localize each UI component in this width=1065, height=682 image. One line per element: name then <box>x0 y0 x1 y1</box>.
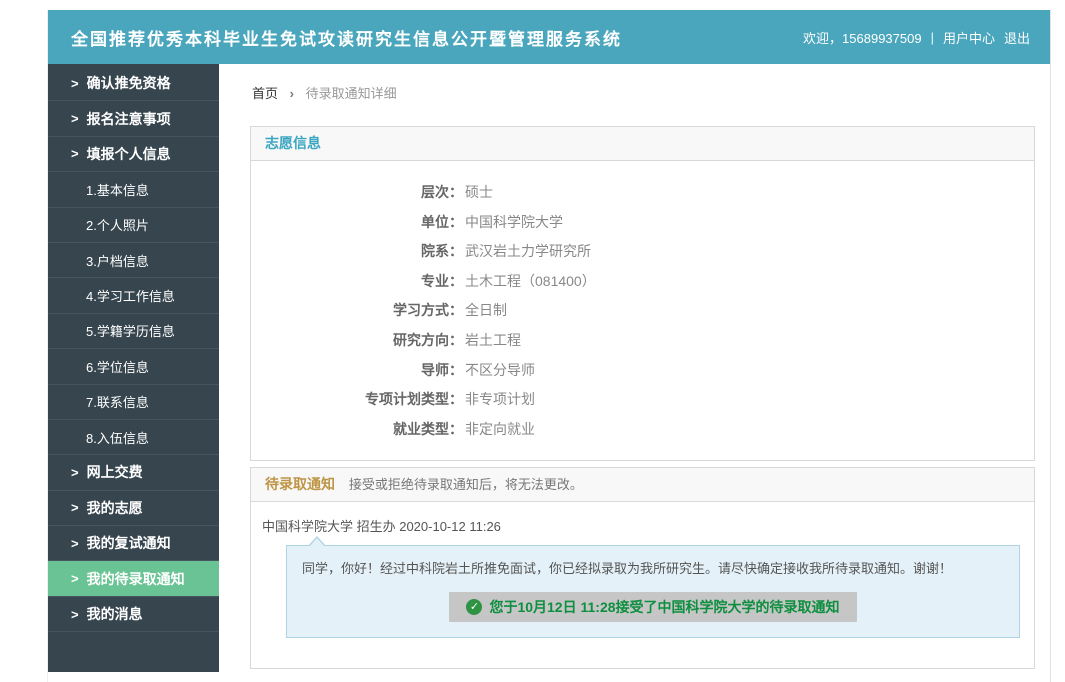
sidebar-item-contact-info[interactable]: 7.联系信息 <box>48 385 219 420</box>
field-label: 单位： <box>251 208 463 238</box>
sidebar-item-label: 报名注意事项 <box>87 109 171 129</box>
field-row-department: 院系： 武汉岩土力学研究所 <box>251 237 1034 267</box>
user-area: 欢迎，15689937509 | 用户中心 退出 <box>803 28 1030 47</box>
field-label: 导师： <box>251 356 463 386</box>
chevron-right-icon: > <box>71 500 79 515</box>
chevron-right-icon: > <box>71 607 79 622</box>
field-label: 就业类型： <box>251 415 463 445</box>
sidebar-item-label: 5.学籍学历信息 <box>86 321 175 340</box>
admission-notice-panel-header: 待录取通知 接受或拒绝待录取通知后，将无法更改。 <box>251 468 1034 502</box>
field-label: 专业： <box>251 267 463 297</box>
field-row-research-direction: 研究方向： 岩土工程 <box>251 326 1034 356</box>
user-center-link[interactable]: 用户中心 <box>943 28 995 47</box>
field-value: 全日制 <box>465 296 507 326</box>
sidebar-item-student-status-info[interactable]: 5.学籍学历信息 <box>48 314 219 349</box>
bubble-arrow-icon <box>309 538 325 547</box>
field-row-supervisor: 导师： 不区分导师 <box>251 356 1034 386</box>
sidebar-item-personal-info[interactable]: > 填报个人信息 <box>48 137 219 172</box>
sidebar-item-label: 8.入伍信息 <box>86 428 149 447</box>
check-circle-icon: ✓ <box>466 599 482 615</box>
field-row-level: 层次： 硕士 <box>251 178 1034 208</box>
sidebar-item-label: 2.个人照片 <box>86 215 149 234</box>
field-value: 岩土工程 <box>465 326 521 356</box>
sidebar-item-personal-photo[interactable]: 2.个人照片 <box>48 208 219 243</box>
volunteer-info-title: 志愿信息 <box>265 135 321 151</box>
sidebar-item-my-volunteers[interactable]: > 我的志愿 <box>48 491 219 526</box>
sidebar-item-label: 我的待录取通知 <box>87 569 185 589</box>
field-value: 不区分导师 <box>465 356 535 386</box>
sidebar-item-label: 我的志愿 <box>87 498 143 518</box>
field-label: 学习方式： <box>251 296 463 326</box>
acceptance-status-bar[interactable]: ✓ 您于10月12日 11:28接受了中国科学院大学的待录取通知 <box>449 592 856 622</box>
field-row-unit: 单位： 中国科学院大学 <box>251 208 1034 238</box>
sidebar-item-basic-info[interactable]: 1.基本信息 <box>48 172 219 207</box>
sidebar-item-label: 我的消息 <box>87 604 143 624</box>
volunteer-info-panel-header: 志愿信息 <box>251 127 1034 161</box>
sidebar-item-label: 6.学位信息 <box>86 357 149 376</box>
field-label: 院系： <box>251 237 463 267</box>
volunteer-info-fields: 层次： 硕士 单位： 中国科学院大学 院系： 武汉岩土力学研究所 专业： 土木工… <box>251 161 1034 460</box>
field-value: 硕士 <box>465 178 493 208</box>
notice-sender: 中国科学院大学 招生办 2020-10-12 11:26 <box>262 516 1020 535</box>
breadcrumb-home-link[interactable]: 首页 <box>252 86 278 101</box>
sidebar-item-degree-info[interactable]: 6.学位信息 <box>48 349 219 384</box>
notice-message-bubble: 同学，你好！经过中科院岩土所推免面试，你已经拟录取为我所研究生。请尽快确定接收我… <box>286 545 1020 638</box>
field-row-major: 专业： 土木工程（081400） <box>251 267 1034 297</box>
sidebar-item-confirm-qualification[interactable]: > 确认推免资格 <box>48 66 219 101</box>
sidebar-item-registration-notes[interactable]: > 报名注意事项 <box>48 101 219 136</box>
field-value: 非定向就业 <box>465 415 535 445</box>
sidebar-item-label: 4.学习工作信息 <box>86 286 175 305</box>
content-area: 首页 › 待录取通知详细 志愿信息 层次： 硕士 单位： 中国科学院大学 <box>219 64 1050 672</box>
notice-message-text: 同学，你好！经过中科院岩土所推免面试，你已经拟录取为我所研究生。请尽快确定接收我… <box>302 558 1004 577</box>
field-label: 研究方向： <box>251 326 463 356</box>
sidebar-item-study-work-info[interactable]: 4.学习工作信息 <box>48 278 219 313</box>
sidebar-item-my-admission-notice[interactable]: > 我的待录取通知 <box>48 561 219 596</box>
welcome-text: 欢迎，15689937509 <box>803 28 922 47</box>
app-header: 全国推荐优秀本科毕业生免试攻读研究生信息公开暨管理服务系统 欢迎，1568993… <box>48 10 1050 64</box>
admission-notice-panel: 待录取通知 接受或拒绝待录取通知后，将无法更改。 中国科学院大学 招生办 202… <box>250 467 1035 669</box>
field-value: 武汉岩土力学研究所 <box>465 237 591 267</box>
field-value: 土木工程（081400） <box>465 267 596 297</box>
sidebar-item-online-payment[interactable]: > 网上交费 <box>48 455 219 490</box>
sidebar-item-residence-archive-info[interactable]: 3.户档信息 <box>48 243 219 278</box>
breadcrumb-current: 待录取通知详细 <box>306 86 397 101</box>
page-container: 全国推荐优秀本科毕业生免试攻读研究生信息公开暨管理服务系统 欢迎，1568993… <box>47 10 1051 682</box>
field-row-study-mode: 学习方式： 全日制 <box>251 296 1034 326</box>
field-row-special-plan-type: 专项计划类型： 非专项计划 <box>251 385 1034 415</box>
sidebar-item-label: 确认推免资格 <box>87 73 171 93</box>
sidebar-item-label: 7.联系信息 <box>86 392 149 411</box>
sidebar-item-label: 我的复试通知 <box>87 533 171 553</box>
sidebar: > 确认推免资格 > 报名注意事项 > 填报个人信息 1.基本信息 2.个人照片… <box>48 64 219 672</box>
sidebar-item-label: 1.基本信息 <box>86 180 149 199</box>
logout-link[interactable]: 退出 <box>1004 28 1030 47</box>
sidebar-item-my-messages[interactable]: > 我的消息 <box>48 597 219 632</box>
chevron-right-icon: > <box>71 465 79 480</box>
admission-notice-body: 中国科学院大学 招生办 2020-10-12 11:26 同学，你好！经过中科院… <box>251 502 1034 668</box>
user-divider: | <box>931 30 934 45</box>
sidebar-item-label: 填报个人信息 <box>87 144 171 164</box>
admission-notice-note: 接受或拒绝待录取通知后，将无法更改。 <box>349 477 583 492</box>
app-title: 全国推荐优秀本科毕业生免试攻读研究生信息公开暨管理服务系统 <box>71 25 622 50</box>
field-value: 非专项计划 <box>465 385 535 415</box>
sidebar-item-label: 网上交费 <box>87 462 143 482</box>
sidebar-item-military-enlistment-info[interactable]: 8.入伍信息 <box>48 420 219 455</box>
acceptance-status-text: 您于10月12日 11:28接受了中国科学院大学的待录取通知 <box>489 597 839 617</box>
chevron-right-icon: > <box>71 76 79 91</box>
field-value: 中国科学院大学 <box>465 208 563 238</box>
chevron-right-icon: > <box>71 111 79 126</box>
admission-notice-title: 待录取通知 <box>265 476 335 492</box>
main-row: > 确认推免资格 > 报名注意事项 > 填报个人信息 1.基本信息 2.个人照片… <box>48 64 1050 672</box>
field-label: 专项计划类型： <box>251 385 463 415</box>
volunteer-info-panel: 志愿信息 层次： 硕士 单位： 中国科学院大学 院系： 武汉岩土力学研究所 <box>250 126 1035 461</box>
chevron-right-icon: > <box>71 536 79 551</box>
sidebar-item-label: 3.户档信息 <box>86 251 149 270</box>
field-label: 层次： <box>251 178 463 208</box>
sidebar-item-my-retest-notice[interactable]: > 我的复试通知 <box>48 526 219 561</box>
field-row-employment-type: 就业类型： 非定向就业 <box>251 415 1034 445</box>
chevron-right-icon: > <box>71 571 79 586</box>
breadcrumb-separator-icon: › <box>290 86 294 101</box>
breadcrumb: 首页 › 待录取通知详细 <box>252 83 1035 102</box>
chevron-right-icon: > <box>71 146 79 161</box>
